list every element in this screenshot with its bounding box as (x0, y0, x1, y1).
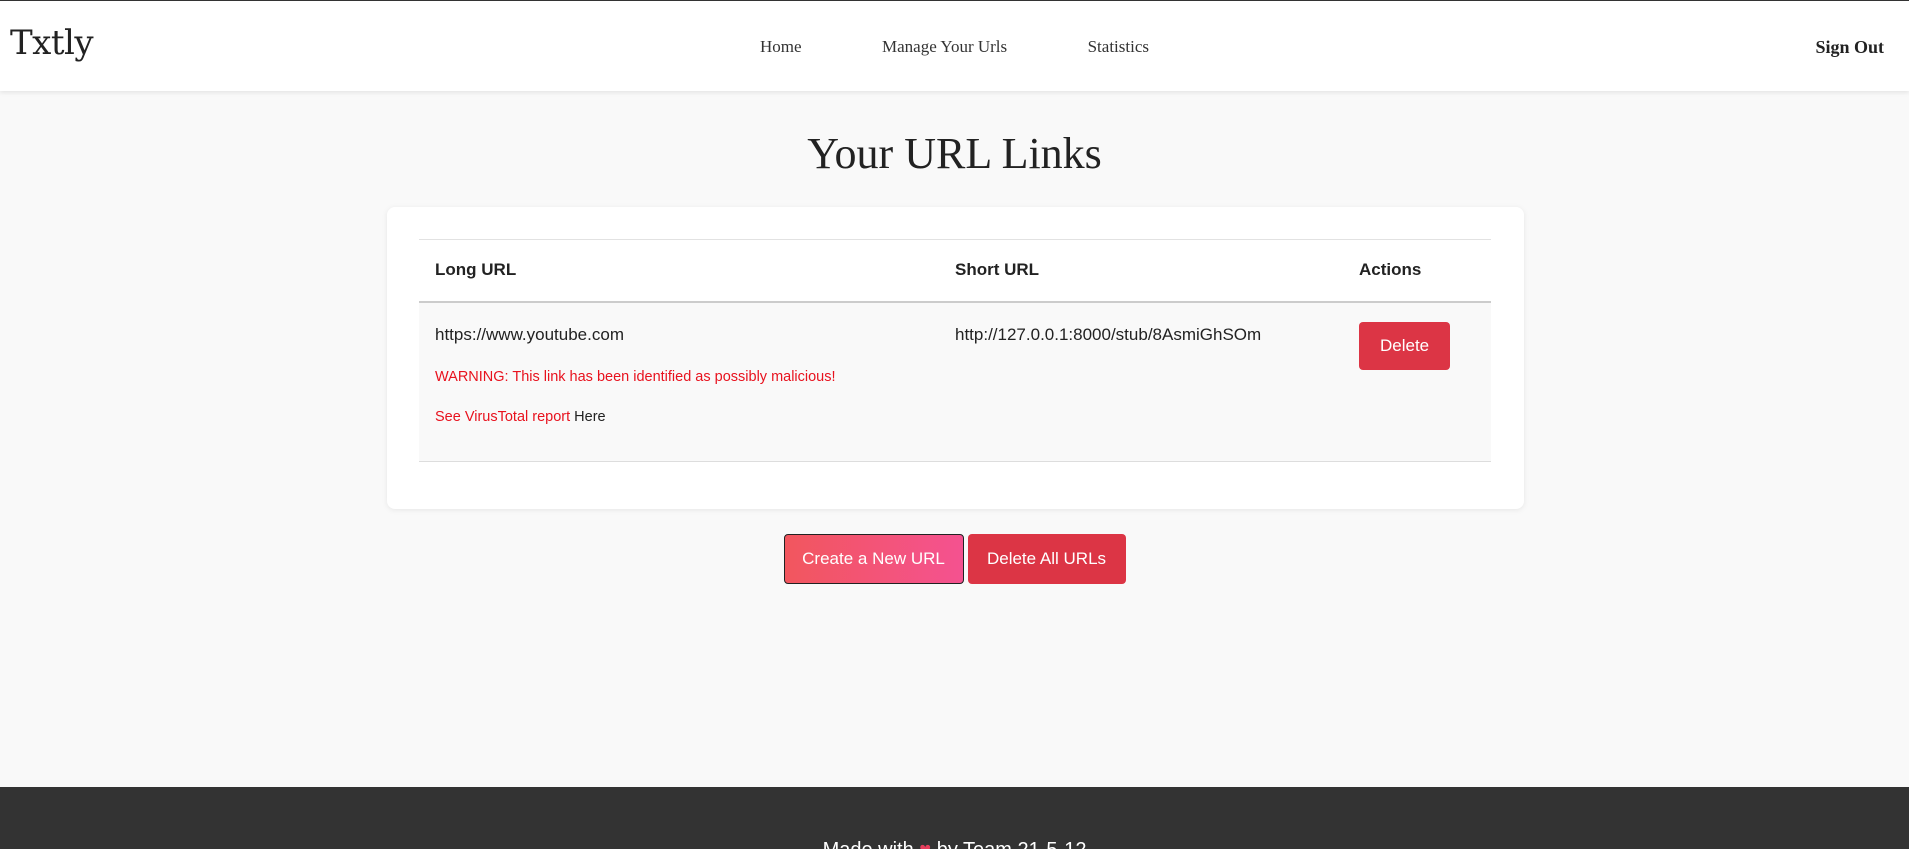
actions-cell: Delete (1343, 301, 1491, 462)
nav-links: Home Manage Your Urls Statistics (0, 37, 1909, 57)
header-short-url: Short URL (939, 239, 1343, 303)
short-url-cell: http://127.0.0.1:8000/stub/8AsmiGhSOm (939, 301, 1343, 462)
virustotal-report: See VirusTotal report Here (435, 409, 923, 425)
nav-manage-urls-link[interactable]: Manage Your Urls (882, 37, 1007, 57)
header-long-url: Long URL (419, 239, 939, 303)
footer-text: Made with ♥ by Team 21-5-12 (0, 839, 1909, 849)
nav-statistics-link[interactable]: Statistics (1088, 37, 1149, 57)
footer-text-before: Made with (823, 839, 914, 849)
url-table-card: Long URL Short URL Actions https://www.y… (387, 207, 1524, 509)
heart-icon: ♥ (919, 839, 931, 849)
long-url-text: https://www.youtube.com (435, 324, 624, 344)
create-new-url-button[interactable]: Create a New URL (783, 534, 964, 584)
delete-all-urls-button[interactable]: Delete All URLs (967, 534, 1126, 584)
table-row: https://www.youtube.com WARNING: This li… (419, 301, 1491, 462)
footer-text-after: by Team 21-5-12 (937, 839, 1087, 849)
sign-out-link[interactable]: Sign Out (1815, 37, 1884, 58)
malicious-warning: WARNING: This link has been identified a… (435, 368, 836, 385)
virustotal-label: See VirusTotal report (435, 408, 571, 425)
table-header-row: Long URL Short URL Actions (419, 239, 1491, 303)
nav-home-link[interactable]: Home (760, 37, 802, 57)
navbar: Txtly Home Manage Your Urls Statistics S… (0, 0, 1909, 91)
delete-button[interactable]: Delete (1359, 321, 1451, 370)
url-table: Long URL Short URL Actions https://www.y… (419, 239, 1491, 462)
long-url-cell: https://www.youtube.com WARNING: This li… (419, 301, 939, 462)
page-title: Your URL Links (807, 129, 1102, 178)
short-url-text[interactable]: http://127.0.0.1:8000/stub/8AsmiGhSOm (955, 325, 1327, 345)
footer: Made with ♥ by Team 21-5-12 (0, 787, 1909, 849)
header-actions: Actions (1343, 239, 1491, 303)
bottom-actions: Create a New URL Delete All URLs (0, 534, 1909, 584)
virustotal-here-link[interactable]: Here (574, 409, 605, 425)
